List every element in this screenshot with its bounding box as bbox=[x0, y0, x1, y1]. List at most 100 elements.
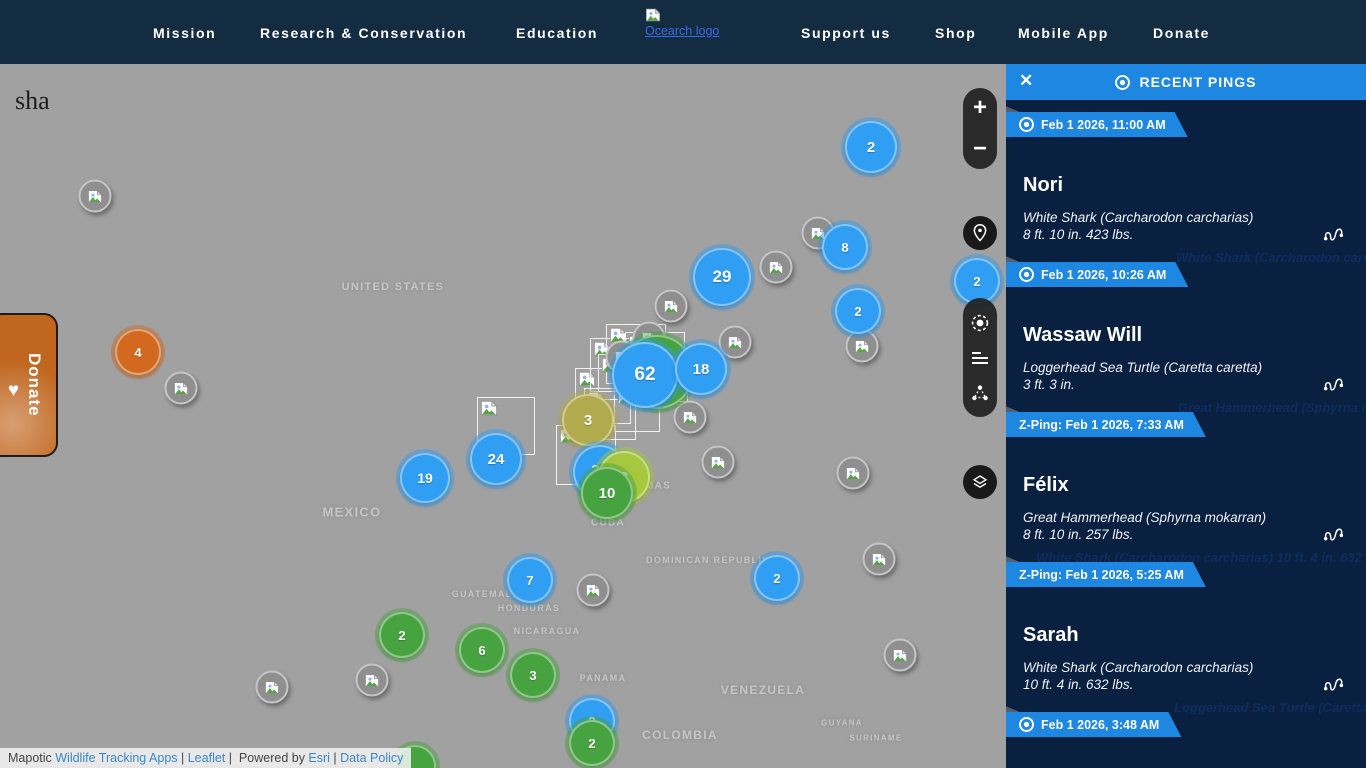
ping-time-tab[interactable]: Feb 1 2026, 3:48 AM bbox=[1006, 712, 1181, 737]
ping-icon bbox=[1019, 117, 1034, 132]
nav-item-shop[interactable]: Shop bbox=[935, 25, 976, 41]
broken-image-icon bbox=[711, 455, 726, 469]
attribution-link-leaflet[interactable]: Leaflet bbox=[188, 751, 226, 765]
zoom-out-button[interactable]: − bbox=[973, 136, 987, 161]
logo-link[interactable]: Ocearch logo bbox=[645, 8, 761, 40]
animal-marker[interactable] bbox=[701, 445, 735, 479]
panel-title: RECENT PINGS bbox=[1139, 74, 1257, 90]
ping-card: Feb 1 2026, 3:48 AM bbox=[1006, 706, 1366, 768]
activity-track-icon[interactable] bbox=[1322, 524, 1346, 549]
ping-card: Z-Ping: Feb 1 2026, 7:33 AM Félix Great Ha… bbox=[1006, 406, 1366, 565]
ping-time-label: Feb 1 2026, 3:48 AM bbox=[1041, 717, 1160, 732]
top-navbar: Mission Research & Conservation Education S… bbox=[0, 0, 1366, 64]
ping-time-tab[interactable]: Feb 1 2026, 10:26 AM bbox=[1006, 262, 1188, 287]
ping-time-tab[interactable]: Feb 1 2026, 11:00 AM bbox=[1006, 112, 1188, 137]
animal-name[interactable]: Sarah bbox=[1023, 624, 1079, 647]
cluster-icon bbox=[970, 384, 990, 402]
animal-name[interactable]: Nori bbox=[1023, 174, 1063, 197]
ping-time-tab[interactable]: Z-Ping: Feb 1 2026, 7:33 AM bbox=[1006, 412, 1206, 437]
animal-marker[interactable] bbox=[718, 325, 752, 359]
cluster-marker[interactable]: 24 bbox=[470, 433, 522, 485]
cluster-marker[interactable]: 18 bbox=[675, 343, 727, 395]
animal-name[interactable]: Félix bbox=[1023, 474, 1069, 497]
animal-marker[interactable] bbox=[255, 670, 289, 704]
recent-pings-header: ✕ RECENT PINGS bbox=[1006, 64, 1366, 100]
nav-item-mission[interactable]: Mission bbox=[153, 25, 216, 41]
attribution-text: | bbox=[177, 751, 188, 765]
cluster-marker[interactable]: 2 bbox=[835, 288, 881, 334]
ping-card: Feb 1 2026, 10:26 AM Wassaw Will Loggerhea… bbox=[1006, 256, 1366, 415]
nav-item-education[interactable]: Education bbox=[516, 25, 598, 41]
cluster-marker[interactable]: 10 bbox=[581, 467, 633, 519]
list-view-button[interactable] bbox=[971, 350, 989, 366]
cluster-marker[interactable]: 2 bbox=[954, 258, 1000, 304]
zoom-in-button[interactable]: + bbox=[973, 96, 987, 120]
nav-item-donate[interactable]: Donate bbox=[1153, 25, 1210, 41]
activity-track-icon[interactable] bbox=[1322, 374, 1346, 399]
cluster-marker[interactable]: 2 bbox=[845, 121, 897, 173]
animal-marker[interactable] bbox=[759, 250, 793, 284]
ping-time-tab[interactable]: Z-Ping: Feb 1 2026, 5:25 AM bbox=[1006, 562, 1206, 587]
attribution-link-esri[interactable]: Esri bbox=[308, 751, 330, 765]
cluster-marker[interactable]: 2 bbox=[569, 720, 615, 766]
map-country-label: HONDURAS bbox=[497, 603, 561, 613]
donate-side-button[interactable]: Donate ♥ bbox=[0, 313, 58, 457]
layers-button[interactable] bbox=[963, 465, 997, 499]
cluster-marker[interactable]: 29 bbox=[693, 248, 751, 306]
activity-track-icon[interactable] bbox=[1322, 674, 1346, 699]
cluster-marker[interactable]: 19 bbox=[400, 453, 450, 503]
cluster-marker[interactable]: 8 bbox=[822, 224, 868, 270]
nav-item-support-us[interactable]: Support us bbox=[801, 25, 891, 41]
broken-image-icon bbox=[480, 400, 498, 416]
cluster-marker[interactable]: 7 bbox=[507, 557, 553, 603]
animal-marker[interactable] bbox=[78, 179, 112, 213]
broken-image-icon bbox=[855, 339, 870, 353]
broken-image-icon bbox=[769, 260, 784, 274]
logo-alt-text[interactable]: Ocearch logo bbox=[645, 24, 719, 38]
map-country-label: COLOMBIA bbox=[642, 728, 718, 742]
cluster-marker[interactable]: 3 bbox=[562, 394, 614, 446]
cluster-marker[interactable]: 6 bbox=[459, 627, 505, 673]
animal-marker[interactable] bbox=[576, 573, 610, 607]
ping-filter-button[interactable] bbox=[970, 313, 990, 333]
animal-marker[interactable] bbox=[654, 289, 688, 323]
activity-track-icon[interactable] bbox=[1322, 224, 1346, 249]
animal-marker[interactable] bbox=[673, 400, 707, 434]
animal-name[interactable]: Wassaw Will bbox=[1023, 324, 1142, 347]
broken-image-icon bbox=[872, 552, 887, 566]
broken-image-icon bbox=[893, 648, 908, 662]
animal-species: Great Hammerhead (Sphyrna mokarran) 8 ft.… bbox=[1023, 510, 1267, 542]
cluster-marker[interactable]: 4 bbox=[115, 329, 161, 375]
map-attribution: Mapotic Wildlife Tracking Apps | Leaflet… bbox=[0, 748, 412, 768]
close-icon[interactable]: ✕ bbox=[1019, 71, 1033, 91]
map-country-label: UNITED STATES bbox=[341, 281, 445, 293]
map-canvas[interactable]: sha UNITED STATESMEXICOCUBABAHAMASDOMINI… bbox=[0, 64, 1006, 768]
broken-image-icon bbox=[365, 673, 380, 687]
map-country-label: CUBA bbox=[590, 517, 626, 529]
animal-marker[interactable] bbox=[164, 371, 198, 405]
map-tools-control bbox=[963, 298, 997, 417]
layers-icon bbox=[971, 473, 989, 491]
animal-marker[interactable] bbox=[845, 329, 879, 363]
animal-marker[interactable] bbox=[883, 638, 917, 672]
animal-marker[interactable] bbox=[836, 456, 870, 490]
broken-image-icon bbox=[88, 189, 103, 203]
cluster-marker[interactable]: 3 bbox=[510, 652, 556, 698]
animal-marker[interactable] bbox=[355, 663, 389, 697]
attribution-link-data-policy[interactable]: Data Policy bbox=[340, 751, 403, 765]
cluster-marker[interactable]: 2 bbox=[379, 612, 425, 658]
cluster-marker[interactable]: 2 bbox=[754, 555, 800, 601]
ping-time-label: Z-Ping: Feb 1 2026, 5:25 AM bbox=[1019, 567, 1184, 582]
animal-species: White Shark (Carcharodon carcharias) 10 f… bbox=[1023, 660, 1254, 692]
cluster-marker[interactable]: 62 bbox=[612, 342, 678, 408]
nav-item-research-conservation[interactable]: Research & Conservation bbox=[260, 25, 467, 41]
tab-notch bbox=[1006, 106, 1022, 113]
map-country-label: NICARAGUA bbox=[513, 626, 581, 636]
attribution-link-wildlife-tracking-apps[interactable]: Wildlife Tracking Apps bbox=[55, 751, 177, 765]
nav-item-mobile-app[interactable]: Mobile App bbox=[1018, 25, 1109, 41]
animal-marker[interactable] bbox=[862, 542, 896, 576]
cluster-toggle-button[interactable] bbox=[970, 384, 990, 402]
locate-button[interactable] bbox=[963, 216, 997, 250]
map-country-label: DOMINICAN REPUBLIC bbox=[646, 555, 770, 565]
ping-time-label: Feb 1 2026, 10:26 AM bbox=[1041, 267, 1167, 282]
